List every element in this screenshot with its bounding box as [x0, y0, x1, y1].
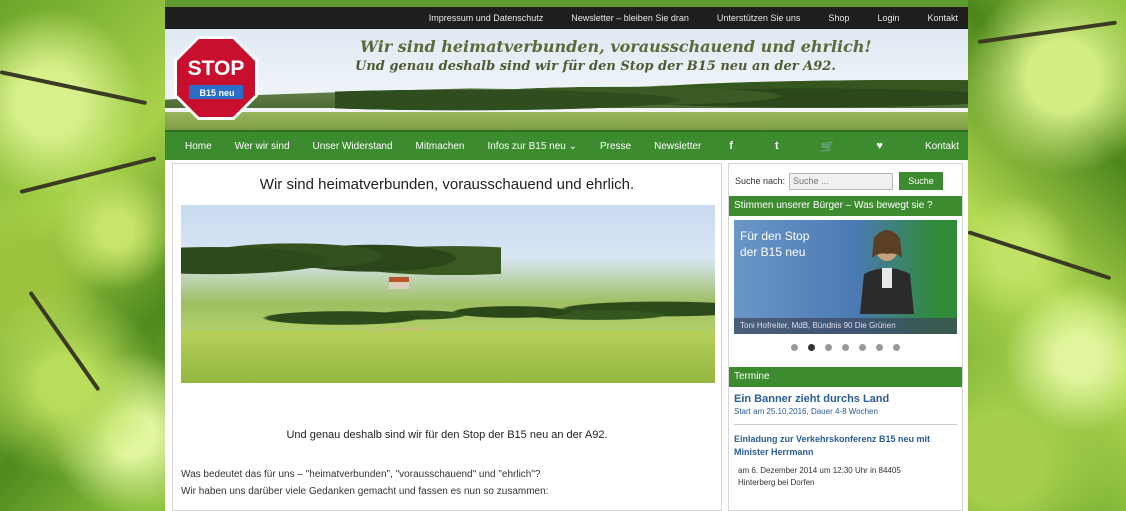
page-subtitle: Und genau deshalb sind wir für den Stop … — [286, 429, 608, 441]
main-nav: Home Wer wir sind Unser Widerstand Mitma… — [165, 130, 968, 160]
slider-dot-active[interactable] — [808, 344, 815, 351]
topbar-link-support[interactable]: Unterstützen Sie uns — [717, 13, 801, 23]
cart-icon[interactable]: 🛒 — [821, 140, 835, 153]
nav-item-mitmachen[interactable]: Mitmachen — [416, 141, 465, 152]
main-content: Wir sind heimatverbunden, vorausschauend… — [172, 163, 722, 511]
background-foliage-right — [967, 0, 1126, 511]
heart-icon[interactable]: ♥ — [876, 140, 883, 152]
video-title-line1: Für den Stop — [740, 229, 810, 243]
nav-item-unser-widerstand[interactable]: Unser Widerstand — [313, 141, 393, 152]
nav-item-newsletter[interactable]: Newsletter — [654, 141, 701, 152]
slider-dot[interactable] — [893, 344, 900, 351]
page-title: Wir sind heimatverbunden, vorausschauend… — [259, 176, 635, 193]
facebook-icon[interactable]: f — [729, 140, 733, 152]
sidebar: Suche nach: Suche Stimmen unserer Bürger… — [728, 163, 963, 511]
event1-title[interactable]: Ein Banner zieht durchs Land — [729, 387, 962, 405]
topbar-link-kontakt[interactable]: Kontakt — [927, 13, 958, 23]
event2-title[interactable]: Einladung zur Verkehrskonferenz B15 neu … — [729, 433, 962, 459]
twitter-icon[interactable]: t — [775, 140, 779, 152]
termine-heading: Termine — [729, 367, 962, 387]
event1-date: Start am 25.10.2016, Dauer 4-8 Wochen — [734, 407, 878, 416]
intro-paragraph: Was bedeutet das für uns – "heimatverbun… — [181, 466, 548, 500]
top-bar: Impressum und Datenschutz Newsletter – b… — [165, 7, 968, 29]
divider — [734, 424, 957, 425]
slider-dot[interactable] — [876, 344, 883, 351]
nav-item-infos[interactable]: Infos zur B15 neu ⌄ — [487, 141, 577, 152]
banner-field — [165, 112, 968, 130]
slider-dot[interactable] — [842, 344, 849, 351]
nav-item-wer-wir-sind[interactable]: Wer wir sind — [235, 141, 290, 152]
header-banner: STOP B15 neu Wir sind heimatverbunden, v… — [165, 29, 968, 130]
slider-dot[interactable] — [859, 344, 866, 351]
event2-details-line2: Hinterberg bei Dorfen — [738, 478, 815, 487]
search-button[interactable]: Suche — [899, 172, 944, 190]
event2-details: am 6. Dezember 2014 um 12:30 Uhr in 8440… — [729, 459, 962, 489]
search-label: Suche nach: — [735, 176, 786, 186]
slider-dot[interactable] — [791, 344, 798, 351]
topbar-link-impressum[interactable]: Impressum und Datenschutz — [429, 13, 544, 23]
nav-item-kontakt[interactable]: Kontakt — [925, 141, 959, 152]
header-slogan-line1: Wir sind heimatverbunden, vorausschauend… — [360, 37, 872, 56]
event2-details-line1: am 6. Dezember 2014 um 12:30 Uhr in 8440… — [738, 466, 901, 475]
topbar-link-shop[interactable]: Shop — [828, 13, 849, 23]
video-title: Für den Stop der B15 neu — [740, 228, 809, 260]
intro-line-1: Was bedeutet das für uns – "heimatverbun… — [181, 469, 541, 480]
video-title-line2: der B15 neu — [740, 245, 806, 259]
intro-line-2: Wir haben uns darüber viele Gedanken gem… — [181, 486, 549, 497]
video-caption: Toni Hofreiter, MdB, Bündnis 90 Die Grün… — [734, 318, 957, 334]
search-form: Suche nach: Suche — [729, 164, 962, 196]
page-container: Impressum und Datenschutz Newsletter – b… — [165, 7, 968, 511]
header-slogan-line2: Und genau deshalb sind wir für den Stop … — [355, 59, 836, 74]
topbar-link-newsletter[interactable]: Newsletter – bleiben Sie dran — [571, 13, 689, 23]
topbar-link-login[interactable]: Login — [877, 13, 899, 23]
background-foliage-left — [0, 0, 165, 511]
slider-dot[interactable] — [825, 344, 832, 351]
event2-title-line1: Einladung zur Verkehrskonferenz B15 neu … — [734, 434, 931, 444]
stop-sign-badge: B15 neu — [199, 88, 234, 98]
nav-item-presse[interactable]: Presse — [600, 141, 631, 152]
slider-dots — [729, 344, 962, 351]
stop-sign-text: STOP — [188, 57, 245, 80]
speaker-image — [860, 230, 914, 314]
banner-trees — [335, 76, 968, 116]
hero-image — [181, 205, 715, 383]
nav-item-home[interactable]: Home — [185, 141, 212, 152]
stop-sign-logo[interactable]: STOP B15 neu — [173, 35, 259, 121]
search-input[interactable] — [789, 172, 894, 190]
event2-title-line2: Minister Herrmann — [734, 447, 814, 457]
voices-heading: Stimmen unserer Bürger – Was bewegt sie … — [729, 196, 962, 216]
video-slider[interactable]: Für den Stop der B15 neu Toni Hofreiter,… — [734, 220, 957, 334]
